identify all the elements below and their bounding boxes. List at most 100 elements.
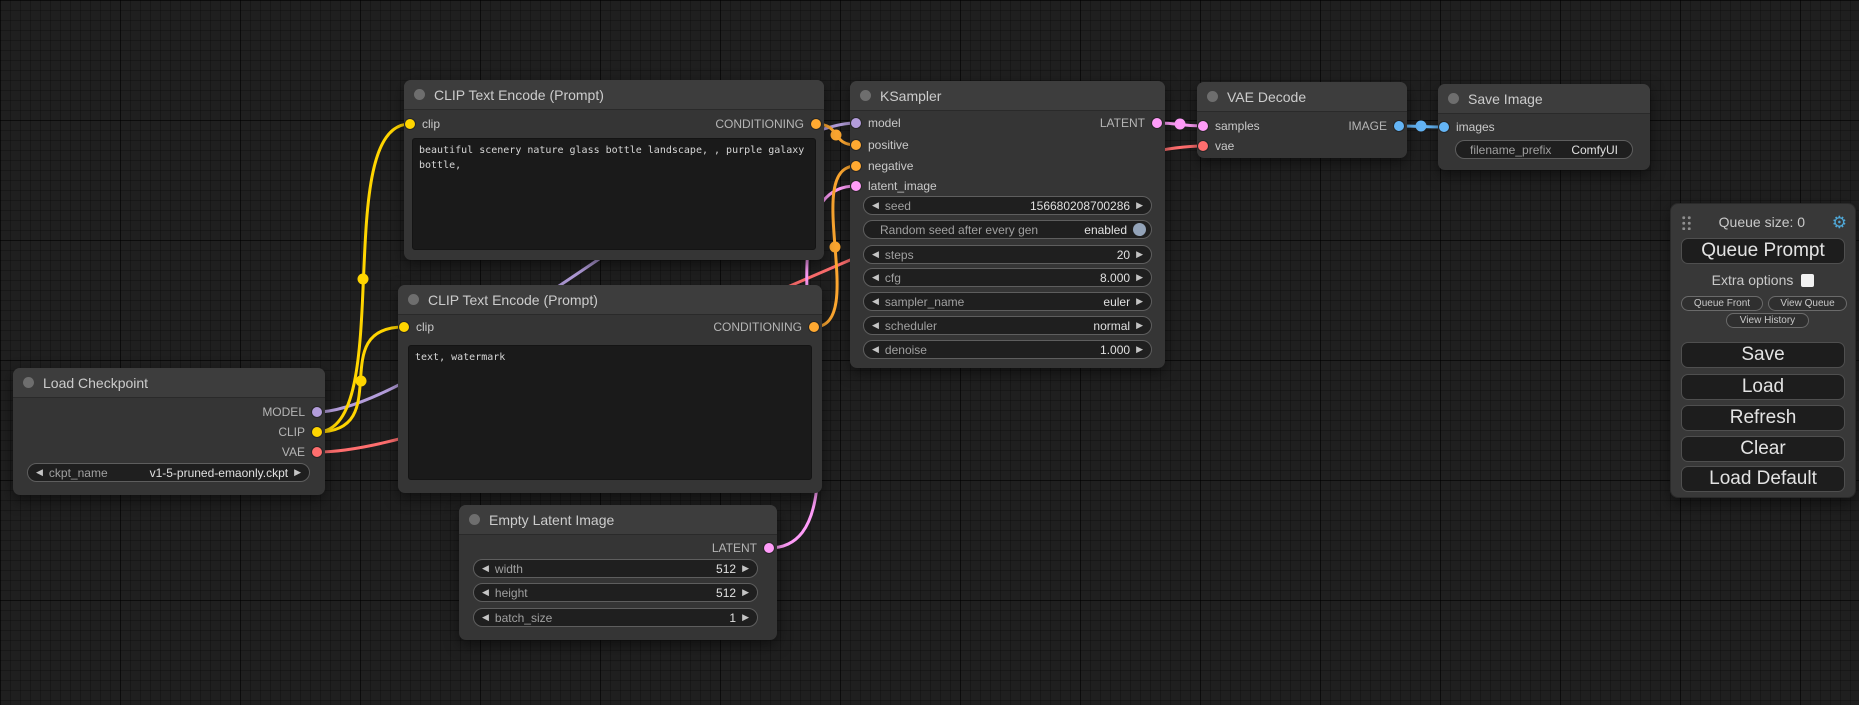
collapse-dot-icon[interactable] (23, 377, 34, 388)
widget-label: scheduler (885, 319, 937, 333)
output-port-model[interactable] (312, 407, 322, 417)
output-port-conditioning[interactable] (811, 119, 821, 129)
widget-label: width (495, 562, 523, 576)
negative-prompt-textarea[interactable]: text, watermark (408, 345, 812, 480)
widget-filename-prefix[interactable]: filename_prefix ComfyUI (1455, 140, 1633, 159)
port-row: VAE (14, 442, 322, 462)
output-label-image: IMAGE (1348, 119, 1387, 133)
view-queue-button[interactable]: View Queue (1768, 296, 1847, 311)
decrement-icon[interactable]: ◀ (482, 613, 489, 622)
decrement-icon[interactable]: ◀ (872, 273, 879, 282)
input-label-clip: clip (422, 117, 440, 131)
positive-prompt-textarea[interactable]: beautiful scenery nature glass bottle la… (412, 138, 816, 250)
node-graph-canvas[interactable]: Load Checkpoint MODEL CLIP VAE ◀ ckpt_na… (0, 0, 1859, 705)
node-title: KSampler (880, 88, 941, 104)
decrement-icon[interactable]: ◀ (872, 321, 879, 330)
output-port-image[interactable] (1394, 121, 1404, 131)
widget-value: 512 (716, 586, 736, 600)
increment-icon[interactable]: ▶ (294, 468, 301, 477)
output-port-vae[interactable] (312, 447, 322, 457)
load-default-button[interactable]: Load Default (1681, 466, 1845, 492)
node-vae-decode[interactable]: VAE Decode samples IMAGE vae (1197, 82, 1407, 158)
output-port-latent[interactable] (764, 543, 774, 553)
widget-random-seed-toggle[interactable]: Random seed after every gen enabled (863, 220, 1152, 239)
node-clip-text-encode-negative[interactable]: CLIP Text Encode (Prompt) clip CONDITION… (398, 285, 822, 493)
node-titlebar[interactable]: Save Image (1438, 84, 1650, 114)
node-ksampler[interactable]: KSampler model LATENT positive negative … (850, 81, 1165, 368)
collapse-dot-icon[interactable] (469, 514, 480, 525)
node-empty-latent-image[interactable]: Empty Latent Image LATENT ◀ width 512 ▶ … (459, 505, 777, 640)
input-port-positive[interactable] (851, 140, 861, 150)
node-clip-text-encode-positive[interactable]: CLIP Text Encode (Prompt) clip CONDITION… (404, 80, 824, 260)
node-titlebar[interactable]: VAE Decode (1197, 82, 1407, 112)
widget-batch-size[interactable]: ◀ batch_size 1 ▶ (473, 608, 758, 627)
input-port-latent-image[interactable] (851, 181, 861, 191)
increment-icon[interactable]: ▶ (1136, 345, 1143, 354)
collapse-dot-icon[interactable] (414, 89, 425, 100)
queue-prompt-button[interactable]: Queue Prompt (1681, 238, 1845, 264)
decrement-icon[interactable]: ◀ (482, 564, 489, 573)
drag-handle-icon[interactable] (1681, 215, 1692, 230)
input-port-negative[interactable] (851, 161, 861, 171)
increment-icon[interactable]: ▶ (742, 588, 749, 597)
input-port-model[interactable] (851, 118, 861, 128)
decrement-icon[interactable]: ◀ (872, 297, 879, 306)
extra-options-checkbox[interactable] (1801, 274, 1814, 287)
decrement-icon[interactable]: ◀ (482, 588, 489, 597)
collapse-dot-icon[interactable] (1207, 91, 1218, 102)
widget-steps[interactable]: ◀ steps 20 ▶ (863, 245, 1152, 264)
collapse-dot-icon[interactable] (1448, 93, 1459, 104)
increment-icon[interactable]: ▶ (742, 613, 749, 622)
widget-seed[interactable]: ◀ seed 156680208700286 ▶ (863, 196, 1152, 215)
node-titlebar[interactable]: CLIP Text Encode (Prompt) (398, 285, 822, 315)
port-row: MODEL (14, 402, 322, 422)
widget-scheduler[interactable]: ◀ scheduler normal ▶ (863, 316, 1152, 335)
input-port-clip[interactable] (405, 119, 415, 129)
widget-cfg[interactable]: ◀ cfg 8.000 ▶ (863, 268, 1152, 287)
settings-gear-icon[interactable]: ⚙ (1832, 214, 1847, 231)
node-load-checkpoint[interactable]: Load Checkpoint MODEL CLIP VAE ◀ ckpt_na… (13, 368, 325, 495)
port-row: images (1439, 117, 1647, 137)
widget-label: sampler_name (885, 295, 964, 309)
widget-label: ckpt_name (49, 466, 108, 480)
node-titlebar[interactable]: KSampler (850, 81, 1165, 111)
node-titlebar[interactable]: CLIP Text Encode (Prompt) (404, 80, 824, 110)
input-port-samples[interactable] (1198, 121, 1208, 131)
decrement-icon[interactable]: ◀ (36, 468, 43, 477)
increment-icon[interactable]: ▶ (1136, 201, 1143, 210)
increment-icon[interactable]: ▶ (1136, 297, 1143, 306)
load-button[interactable]: Load (1681, 374, 1845, 400)
output-port-clip[interactable] (312, 427, 322, 437)
collapse-dot-icon[interactable] (860, 90, 871, 101)
queue-panel: Queue size: 0 ⚙ Queue Prompt Extra optio… (1670, 203, 1856, 498)
toggle-dot-icon[interactable] (1133, 223, 1146, 236)
widget-height[interactable]: ◀ height 512 ▶ (473, 583, 758, 602)
clear-button[interactable]: Clear (1681, 436, 1845, 462)
widget-value: 20 (1117, 248, 1130, 262)
node-titlebar[interactable]: Empty Latent Image (459, 505, 777, 535)
view-history-button[interactable]: View History (1726, 313, 1809, 328)
link-midpoint-dot (356, 376, 367, 387)
node-titlebar[interactable]: Load Checkpoint (13, 368, 325, 398)
increment-icon[interactable]: ▶ (1136, 273, 1143, 282)
increment-icon[interactable]: ▶ (1136, 321, 1143, 330)
widget-sampler-name[interactable]: ◀ sampler_name euler ▶ (863, 292, 1152, 311)
save-button[interactable]: Save (1681, 342, 1845, 368)
increment-icon[interactable]: ▶ (1136, 250, 1143, 259)
queue-front-button[interactable]: Queue Front (1681, 296, 1763, 311)
decrement-icon[interactable]: ◀ (872, 345, 879, 354)
output-port-latent[interactable] (1152, 118, 1162, 128)
decrement-icon[interactable]: ◀ (872, 201, 879, 210)
widget-denoise[interactable]: ◀ denoise 1.000 ▶ (863, 340, 1152, 359)
refresh-button[interactable]: Refresh (1681, 405, 1845, 431)
widget-width[interactable]: ◀ width 512 ▶ (473, 559, 758, 578)
input-port-clip[interactable] (399, 322, 409, 332)
output-port-conditioning[interactable] (809, 322, 819, 332)
decrement-icon[interactable]: ◀ (872, 250, 879, 259)
input-port-images[interactable] (1439, 122, 1449, 132)
input-port-vae[interactable] (1198, 141, 1208, 151)
widget-ckpt-name[interactable]: ◀ ckpt_name v1-5-pruned-emaonly.ckpt ▶ (27, 463, 310, 482)
collapse-dot-icon[interactable] (408, 294, 419, 305)
increment-icon[interactable]: ▶ (742, 564, 749, 573)
node-save-image[interactable]: Save Image images filename_prefix ComfyU… (1438, 84, 1650, 170)
